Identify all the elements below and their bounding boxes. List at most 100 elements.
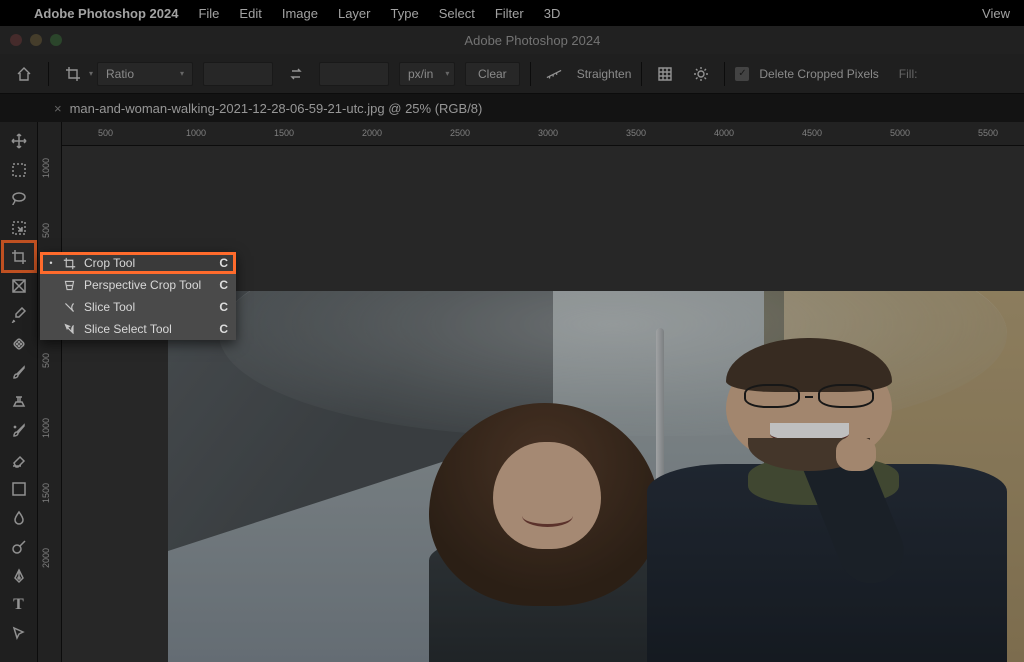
clear-button[interactable]: Clear	[465, 62, 520, 86]
crop-width-field[interactable]	[203, 62, 273, 86]
history-brush-tool[interactable]	[3, 416, 35, 445]
ruler-tick: 1000	[41, 158, 51, 178]
close-icon[interactable]: ×	[54, 101, 62, 116]
document-tab-bar: × man-and-woman-walking-2021-12-28-06-59…	[0, 94, 1024, 122]
delete-cropped-label: Delete Cropped Pixels	[759, 67, 878, 81]
document-image	[168, 291, 1024, 662]
ruler-tick: 3000	[538, 128, 558, 138]
aspect-ratio-dropdown[interactable]: Ratio ▾	[97, 62, 193, 86]
canvas-viewport[interactable]	[62, 146, 1024, 662]
ruler-tick: 500	[41, 223, 51, 238]
flyout-item-crop-tool[interactable]: • Crop Tool C	[40, 252, 236, 274]
ruler-tick: 2000	[41, 548, 51, 568]
frame-tool[interactable]	[3, 271, 35, 300]
clear-label: Clear	[478, 67, 507, 81]
ruler-tick: 1500	[41, 483, 51, 503]
options-bar: ▾ Ratio ▾ px/in ▾ Clear Straighten ✓ Del…	[0, 54, 1024, 94]
document-tab[interactable]: × man-and-woman-walking-2021-12-28-06-59…	[54, 101, 482, 116]
tools-panel: T	[0, 122, 38, 662]
straighten-label[interactable]: Straighten	[577, 67, 632, 81]
chevron-down-icon: ▾	[180, 69, 184, 78]
flyout-item-shortcut: C	[214, 322, 228, 336]
flyout-item-label: Crop Tool	[84, 256, 206, 270]
clone-stamp-tool[interactable]	[3, 387, 35, 416]
units-label: px/in	[408, 67, 433, 81]
window-close-icon[interactable]	[10, 34, 22, 46]
overlay-options-button[interactable]	[652, 62, 678, 86]
pen-tool[interactable]	[3, 561, 35, 590]
canvas-area: 1000 500 0 500 1000 1500 2000 500 1000 1…	[38, 122, 1024, 662]
chevron-down-icon: ▾	[445, 69, 449, 78]
separator	[530, 62, 531, 86]
object-selection-tool[interactable]	[3, 213, 35, 242]
menu-layer[interactable]: Layer	[338, 6, 371, 21]
brush-tool[interactable]	[3, 358, 35, 387]
active-indicator-icon: •	[48, 258, 54, 268]
perspective-crop-icon	[62, 278, 76, 292]
window-title: Adobe Photoshop 2024	[464, 33, 600, 48]
flyout-item-label: Perspective Crop Tool	[84, 278, 206, 292]
path-selection-tool[interactable]	[3, 619, 35, 648]
crop-tool[interactable]	[3, 242, 35, 271]
home-button[interactable]	[10, 60, 38, 88]
window-titlebar: Adobe Photoshop 2024	[0, 26, 1024, 54]
workspace: T 1000 500 0 500 1000 1500 2000 500 1000…	[0, 122, 1024, 662]
dodge-tool[interactable]	[3, 532, 35, 561]
menu-view[interactable]: View	[982, 6, 1010, 21]
menu-file[interactable]: File	[198, 6, 219, 21]
crop-tool-flyout: • Crop Tool C Perspective Crop Tool C Sl…	[40, 252, 236, 340]
ruler-tick: 500	[98, 128, 113, 138]
flyout-item-shortcut: C	[214, 256, 228, 270]
flyout-item-shortcut: C	[214, 278, 228, 292]
fill-label: Fill:	[899, 67, 918, 81]
window-minimize-icon[interactable]	[30, 34, 42, 46]
flyout-item-slice-tool[interactable]: Slice Tool C	[40, 296, 236, 318]
ruler-tick: 1000	[186, 128, 206, 138]
menu-select[interactable]: Select	[439, 6, 475, 21]
document-tab-title: man-and-woman-walking-2021-12-28-06-59-2…	[70, 101, 483, 116]
slice-select-icon	[62, 322, 76, 336]
menu-3d[interactable]: 3D	[544, 6, 561, 21]
eraser-tool[interactable]	[3, 445, 35, 474]
horizontal-ruler[interactable]: 500 1000 1500 2000 2500 3000 3500 4000 4…	[62, 122, 1024, 146]
menu-edit[interactable]: Edit	[239, 6, 261, 21]
blur-tool[interactable]	[3, 503, 35, 532]
menu-filter[interactable]: Filter	[495, 6, 524, 21]
ruler-tick: 5500	[978, 128, 998, 138]
flyout-item-perspective-crop-tool[interactable]: Perspective Crop Tool C	[40, 274, 236, 296]
separator	[724, 62, 725, 86]
marquee-tool[interactable]	[3, 155, 35, 184]
flyout-item-shortcut: C	[214, 300, 228, 314]
tool-preset-dropdown[interactable]: ▾	[59, 62, 87, 86]
menu-type[interactable]: Type	[391, 6, 419, 21]
ruler-tick: 4500	[802, 128, 822, 138]
ruler-tick: 4000	[714, 128, 734, 138]
straighten-icon[interactable]	[541, 62, 567, 86]
ruler-tick: 1500	[274, 128, 294, 138]
units-dropdown[interactable]: px/in ▾	[399, 62, 455, 86]
lasso-tool[interactable]	[3, 184, 35, 213]
swap-dimensions-button[interactable]	[283, 62, 309, 86]
crop-options-button[interactable]	[688, 62, 714, 86]
flyout-item-label: Slice Select Tool	[84, 322, 206, 336]
delete-cropped-checkbox[interactable]: ✓	[735, 67, 749, 81]
flyout-item-label: Slice Tool	[84, 300, 206, 314]
window-zoom-icon[interactable]	[50, 34, 62, 46]
menu-image[interactable]: Image	[282, 6, 318, 21]
move-tool[interactable]	[3, 126, 35, 155]
ruler-tick: 5000	[890, 128, 910, 138]
ruler-tick: 3500	[626, 128, 646, 138]
crop-height-field[interactable]	[319, 62, 389, 86]
separator	[641, 62, 642, 86]
vertical-ruler[interactable]: 1000 500 0 500 1000 1500 2000	[38, 122, 62, 662]
eyedropper-tool[interactable]	[3, 300, 35, 329]
type-tool[interactable]: T	[3, 590, 35, 619]
aspect-ratio-label: Ratio	[106, 67, 134, 81]
gradient-tool[interactable]	[3, 474, 35, 503]
ruler-tick: 2000	[362, 128, 382, 138]
menubar-app[interactable]: Adobe Photoshop 2024	[34, 6, 178, 21]
healing-brush-tool[interactable]	[3, 329, 35, 358]
ruler-tick: 2500	[450, 128, 470, 138]
chevron-down-icon: ▾	[89, 69, 93, 78]
flyout-item-slice-select-tool[interactable]: Slice Select Tool C	[40, 318, 236, 340]
